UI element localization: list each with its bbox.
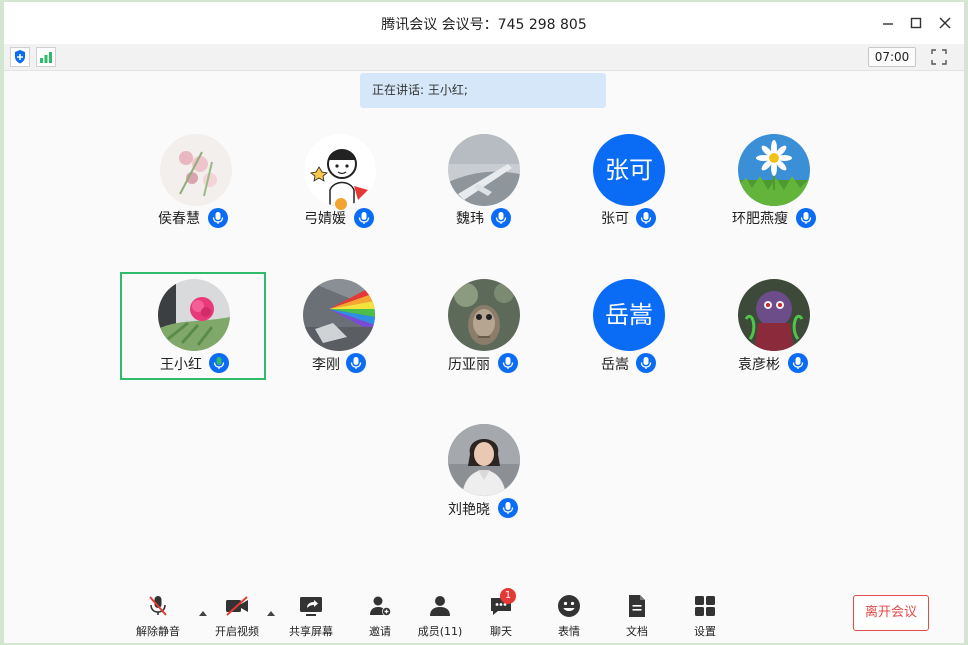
participant-avatar[interactable] [303,279,375,351]
microphone-muted-icon [146,594,170,618]
share-screen-icon [299,594,323,618]
emoji-icon [557,594,581,618]
participant-name: 历亚丽 [448,357,490,373]
microphone-icon[interactable] [636,353,656,373]
security-shield-icon[interactable] [10,47,30,67]
participant-name: 魏玮 [456,211,484,227]
microphone-icon[interactable] [491,208,511,228]
fullscreen-icon[interactable] [929,47,949,67]
members-icon [428,594,452,618]
document-icon [625,594,649,618]
speaking-indicator: 正在讲话: 王小红; [360,73,606,108]
microphone-icon[interactable] [636,208,656,228]
chat-unread-badge: 1 [500,588,516,604]
docs-button[interactable]: 文档 [607,592,667,638]
participant-avatar[interactable] [158,279,230,351]
minimize-button[interactable] [878,14,898,32]
participant-avatar[interactable] [738,279,810,351]
microphone-icon[interactable] [208,208,228,228]
participant-avatar[interactable] [304,134,376,206]
participant-name: 张可 [601,211,629,227]
share-screen-label: 共享屏幕 [289,625,333,638]
unmute-label: 解除静音 [136,625,180,638]
participant-avatar[interactable]: 岳嵩 [593,279,665,351]
start-video-button[interactable]: 开启视频 [207,592,267,638]
participant-name: 王小红 [160,357,202,373]
meeting-window: 腾讯会议 会议号：745 298 805 07:00 正在讲话: 王小红; 侯春… [4,2,964,643]
participant-name: 袁彦彬 [738,357,780,373]
settings-label: 设置 [694,625,716,638]
leave-meeting-button[interactable]: 离开会议 [853,595,929,631]
participant-name: 侯春慧 [158,211,200,227]
share-screen-button[interactable]: 共享屏幕 [281,592,341,638]
participant-avatar[interactable] [160,134,232,206]
participant-avatar[interactable] [738,134,810,206]
unmute-button[interactable]: 解除静音 [128,592,188,638]
participant-avatar[interactable]: 张可 [593,134,665,206]
microphone-icon[interactable] [354,208,374,228]
participant-name: 弓婧媛 [304,211,346,227]
bottom-toolbar: 解除静音 开启视频 共享屏幕 邀请 成员(11) 聊天 表情 文档 设置 [4,588,964,643]
participant-avatar[interactable] [448,279,520,351]
participant-avatar[interactable] [448,424,520,496]
microphone-icon[interactable] [346,353,366,373]
microphone-icon[interactable] [788,353,808,373]
participant-name: 刘艳晓 [448,502,490,518]
settings-grid-icon [693,594,717,618]
invite-person-icon [368,594,392,618]
maximize-button[interactable] [906,14,926,32]
window-title: 腾讯会议 会议号：745 298 805 [381,17,587,33]
status-bar: 07:00 [4,44,964,71]
video-options-caret-icon[interactable] [266,602,276,616]
participant-name: 李刚 [312,357,340,373]
participant-avatar[interactable] [448,134,520,206]
signal-strength-icon[interactable] [36,47,56,67]
microphone-icon[interactable] [498,498,518,518]
participant-name: 岳嵩 [601,357,629,373]
camera-off-icon [225,594,249,618]
microphone-icon[interactable] [498,353,518,373]
title-bar: 腾讯会议 会议号：745 298 805 [4,2,964,45]
start-video-label: 开启视频 [215,625,259,638]
settings-button[interactable]: 设置 [675,592,735,638]
close-button[interactable] [935,14,955,32]
participant-name: 环肥燕瘦 [732,211,788,227]
reactions-button[interactable]: 表情 [539,592,599,638]
microphone-speaking-icon[interactable] [209,353,229,373]
microphone-icon[interactable] [796,208,816,228]
meeting-timer: 07:00 [868,47,916,67]
